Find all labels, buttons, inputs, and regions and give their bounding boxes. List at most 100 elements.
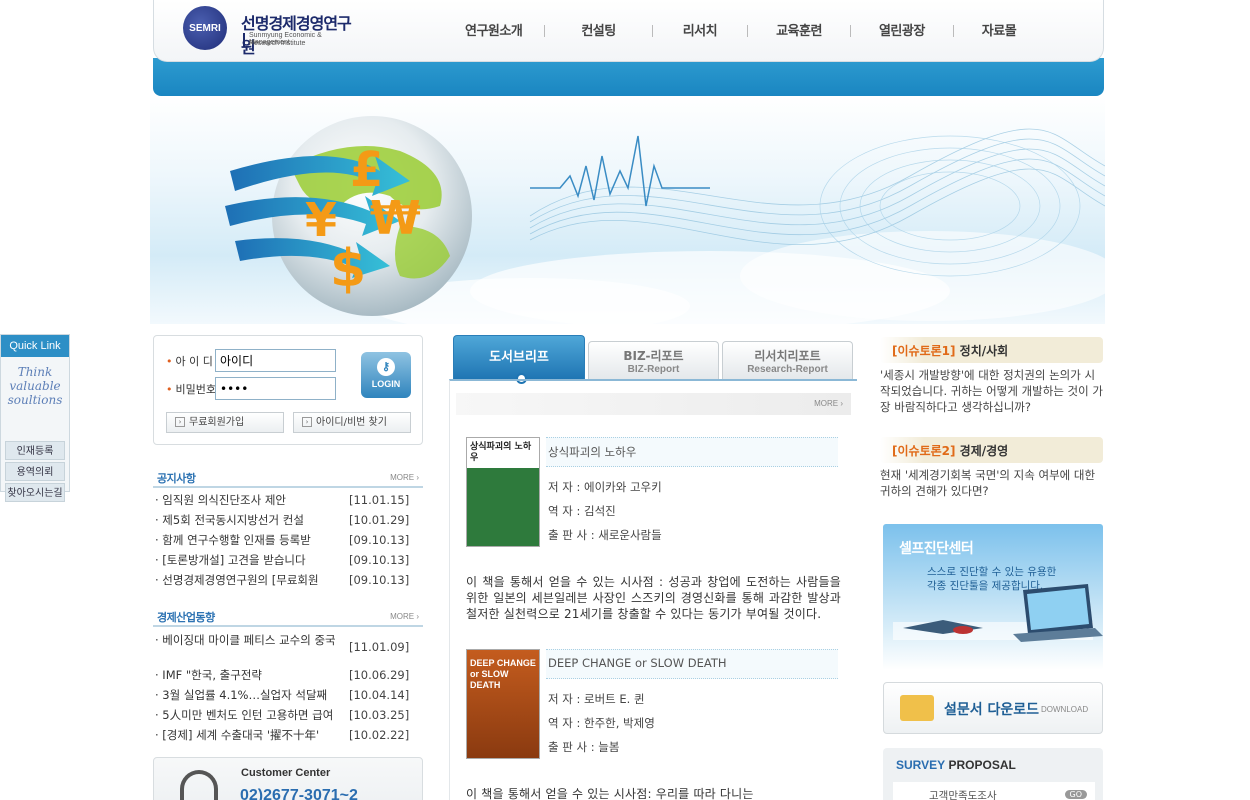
economy-row-date: [11.01.09] <box>349 640 410 654</box>
economy-row[interactable]: · 베이징대 마이클 페티스 교수의 중국 [11.01.09] <box>153 631 423 665</box>
tab-sublabel: Research-Report <box>747 364 828 375</box>
tab-label: 도서브리프 <box>489 350 549 365</box>
economy-row-title[interactable]: · 베이징대 마이클 페티스 교수의 중국 <box>155 633 339 648</box>
book-title[interactable]: 상식파괴의 노하우 <box>546 437 838 467</box>
notice-row-date: [09.10.13] <box>349 553 410 567</box>
book-cover-title: 상식파괴의 노하우 <box>470 442 532 463</box>
survey-download-button[interactable]: 설문서 다운로드 DOWNLOAD <box>883 682 1103 734</box>
nav-about[interactable]: 연구원소개 <box>443 20 544 42</box>
more-label: MORE <box>814 399 839 408</box>
economy-row[interactable]: · IMF "한국, 출구전략 [10.06.29] <box>153 665 423 685</box>
notice-row[interactable]: · 함께 연구수행할 인재를 등록받 [09.10.13] <box>153 530 423 550</box>
find-account-button[interactable]: › 아이디/비번 찾기 <box>293 412 411 433</box>
notice-row-title[interactable]: · [토론방개설] 고견을 받습니다 <box>155 550 339 570</box>
notice-row[interactable]: · 선명경제경영연구원의 [무료회원 [09.10.13] <box>153 570 423 590</box>
economy-row-date: [10.04.14] <box>349 688 410 702</box>
nav-training[interactable]: 교육훈련 <box>748 20 850 42</box>
logo-emblem: SEMRI <box>183 6 227 50</box>
issue-body[interactable]: '세종시 개발방향'에 대한 정치권의 논의가 시작되었습니다. 귀하는 어떻게… <box>880 363 1103 415</box>
content-tabs: 도서브리프 BIZ-리포트 BIZ-Report 리서치리포트 Research… <box>453 335 857 384</box>
book-cover-title: DEEP CHANGE or SLOW DEATH <box>470 658 536 690</box>
book-more-link[interactable]: MORE › <box>814 399 843 408</box>
book-description: 이 책을 통해서 얻을 수 있는 시사점 : 성공과 창업에 도전하는 사람들을… <box>466 575 841 621</box>
tab-sublabel: BIZ-Report <box>627 364 680 375</box>
survey-proposal-item[interactable]: 고객만족도조사 GO <box>893 782 1095 800</box>
book-author: 저 자 : 에이카와 고우키 <box>548 480 662 494</box>
issue-tag: [이슈토론2] <box>892 444 956 458</box>
hero-banner: £ ¥ ₩ $ <box>150 96 1105 324</box>
economy-title: 경제산업동향 <box>157 611 215 624</box>
quick-link-slogan: Think valuable soultions <box>1 357 69 441</box>
issue-body[interactable]: 현재 '세계경기회복 국면'의 지속 여부에 대한 귀하의 견해가 있다면? <box>880 463 1103 499</box>
issue-debate-1[interactable]: [이슈토론1] 정치/사회 '세종시 개발방향'에 대한 정치권의 논의가 시작… <box>880 337 1103 415</box>
book-item: DEEP CHANGE or SLOW DEATH DEEP CHANGE or… <box>466 649 841 800</box>
economy-row[interactable]: · 3월 실업률 4.1%…실업자 석달째 [10.04.14] <box>153 685 423 705</box>
arrow-right-icon: › <box>302 417 312 427</box>
notice-row-title[interactable]: · 제5회 전국동시지방선거 컨설 <box>155 510 339 530</box>
nav-consulting[interactable]: 컨설팅 <box>545 20 651 42</box>
site-logo[interactable]: SEMRI 선명경제경영연구원 Sunmyung Economic & Mana… <box>183 6 363 57</box>
id-input[interactable] <box>215 349 336 372</box>
notice-row-title[interactable]: · 함께 연구수행할 인재를 등록받 <box>155 530 339 550</box>
login-button[interactable]: ⚷ LOGIN <box>361 352 411 398</box>
book-cover[interactable]: DEEP CHANGE or SLOW DEATH <box>466 649 540 759</box>
notice-title: 공지사항 <box>157 472 196 485</box>
book-author: 저 자 : 로버트 E. 퀸 <box>548 692 645 706</box>
issue-topic: 정치/사회 <box>959 344 1009 358</box>
tab-label: 리서치리포트 <box>754 349 821 363</box>
key-icon: ⚷ <box>377 358 395 376</box>
economy-header: 경제산업동향 MORE › <box>153 607 423 627</box>
economy-row-date: [10.03.25] <box>349 708 410 722</box>
notice-header: 공지사항 MORE › <box>153 468 423 488</box>
tab-biz-report[interactable]: BIZ-리포트 BIZ-Report <box>588 341 719 379</box>
more-label: MORE <box>390 473 415 482</box>
header-blue-bar <box>153 58 1104 96</box>
issue-topic: 경제/경영 <box>959 444 1009 458</box>
customer-center-title: Customer Center <box>241 767 331 779</box>
login-button-label: LOGIN <box>371 379 401 389</box>
issue-debate-2[interactable]: [이슈토론2] 경제/경영 현재 '세계경기회복 국면'의 지속 여부에 대한 … <box>880 437 1103 499</box>
nav-open-plaza[interactable]: 열린광장 <box>851 20 953 42</box>
hero-graphic: £ ¥ ₩ $ <box>225 116 1105 324</box>
join-button[interactable]: › 무료회원가입 <box>166 412 284 433</box>
go-button[interactable]: GO <box>1064 790 1087 799</box>
quick-link-talent-register[interactable]: 인재등록 <box>5 441 65 460</box>
economy-row-title[interactable]: · 5人미만 벤처도 인턴 고용하면 급여 <box>155 705 339 725</box>
slogan-line: Think <box>17 365 53 379</box>
password-input[interactable] <box>215 377 336 400</box>
book-cover[interactable]: 상식파괴의 노하우 <box>466 437 540 547</box>
notice-row-date: [11.01.15] <box>349 493 410 507</box>
notice-more-link[interactable]: MORE › <box>390 473 419 482</box>
quick-link-panel: Quick Link Think valuable soultions 인재등록… <box>0 334 70 502</box>
economy-row-title[interactable]: · IMF "한국, 출구전략 <box>155 665 339 685</box>
economy-more-link[interactable]: MORE › <box>390 612 419 621</box>
notice-row-title[interactable]: · 선명경제경영연구원의 [무료회원 <box>155 570 339 590</box>
nav-research[interactable]: 리서치 <box>653 20 747 42</box>
tab-label: BIZ-리포트 <box>623 349 684 363</box>
notice-row-title[interactable]: · 임직원 의식진단조사 제안 <box>155 490 339 510</box>
survey-download-sub: DOWNLOAD <box>1041 705 1089 714</box>
notice-row[interactable]: · 제5회 전국동시지방선거 컨설 [10.01.29] <box>153 510 423 530</box>
notice-row[interactable]: · [토론방개설] 고견을 받습니다 [09.10.13] <box>153 550 423 570</box>
book-item: 상식파괴의 노하우 상식파괴의 노하우 저 자 : 에이카와 고우키 역 자 :… <box>466 437 841 637</box>
book-brief-panel: MORE › 상식파괴의 노하우 상식파괴의 노하우 저 자 : 에이카와 고우… <box>449 379 857 800</box>
economy-row[interactable]: · [경제] 세계 수출대국 '擢不十年' [10.02.22] <box>153 725 423 745</box>
book-publisher: 출 판 사 : 새로운사람들 <box>548 528 662 542</box>
quick-link-service-request[interactable]: 용역의뢰 <box>5 462 65 481</box>
notice-row-date: [09.10.13] <box>349 533 410 547</box>
book-title[interactable]: DEEP CHANGE or SLOW DEATH <box>546 649 838 679</box>
tab-research-report[interactable]: 리서치리포트 Research-Report <box>722 341 853 379</box>
self-diagnosis-banner[interactable]: 셀프진단센터 스스로 진단할 수 있는 유용한 각종 진단툴을 제공합니다. <box>883 524 1103 670</box>
economy-row-title[interactable]: · 3월 실업률 4.1%…실업자 석달째 <box>155 685 339 705</box>
logo-divider <box>243 33 245 47</box>
issue-header: [이슈토론1] 정치/사회 <box>880 337 1103 363</box>
pound-symbol: £ <box>350 142 383 198</box>
economy-row[interactable]: · 5人미만 벤처도 인턴 고용하면 급여 [10.03.25] <box>153 705 423 725</box>
arrow-right-icon: › <box>175 417 185 427</box>
quick-link-directions[interactable]: 찾아오시는길 <box>5 483 65 502</box>
economy-row-title[interactable]: · [경제] 세계 수출대국 '擢不十年' <box>155 725 339 745</box>
slogan-line: soultions <box>7 393 63 407</box>
notice-board: 공지사항 MORE › · 임직원 의식진단조사 제안 [11.01.15] · … <box>153 468 423 590</box>
notice-row[interactable]: · 임직원 의식진단조사 제안 [11.01.15] <box>153 490 423 510</box>
nav-shop[interactable]: 자료몰 <box>954 20 1044 42</box>
